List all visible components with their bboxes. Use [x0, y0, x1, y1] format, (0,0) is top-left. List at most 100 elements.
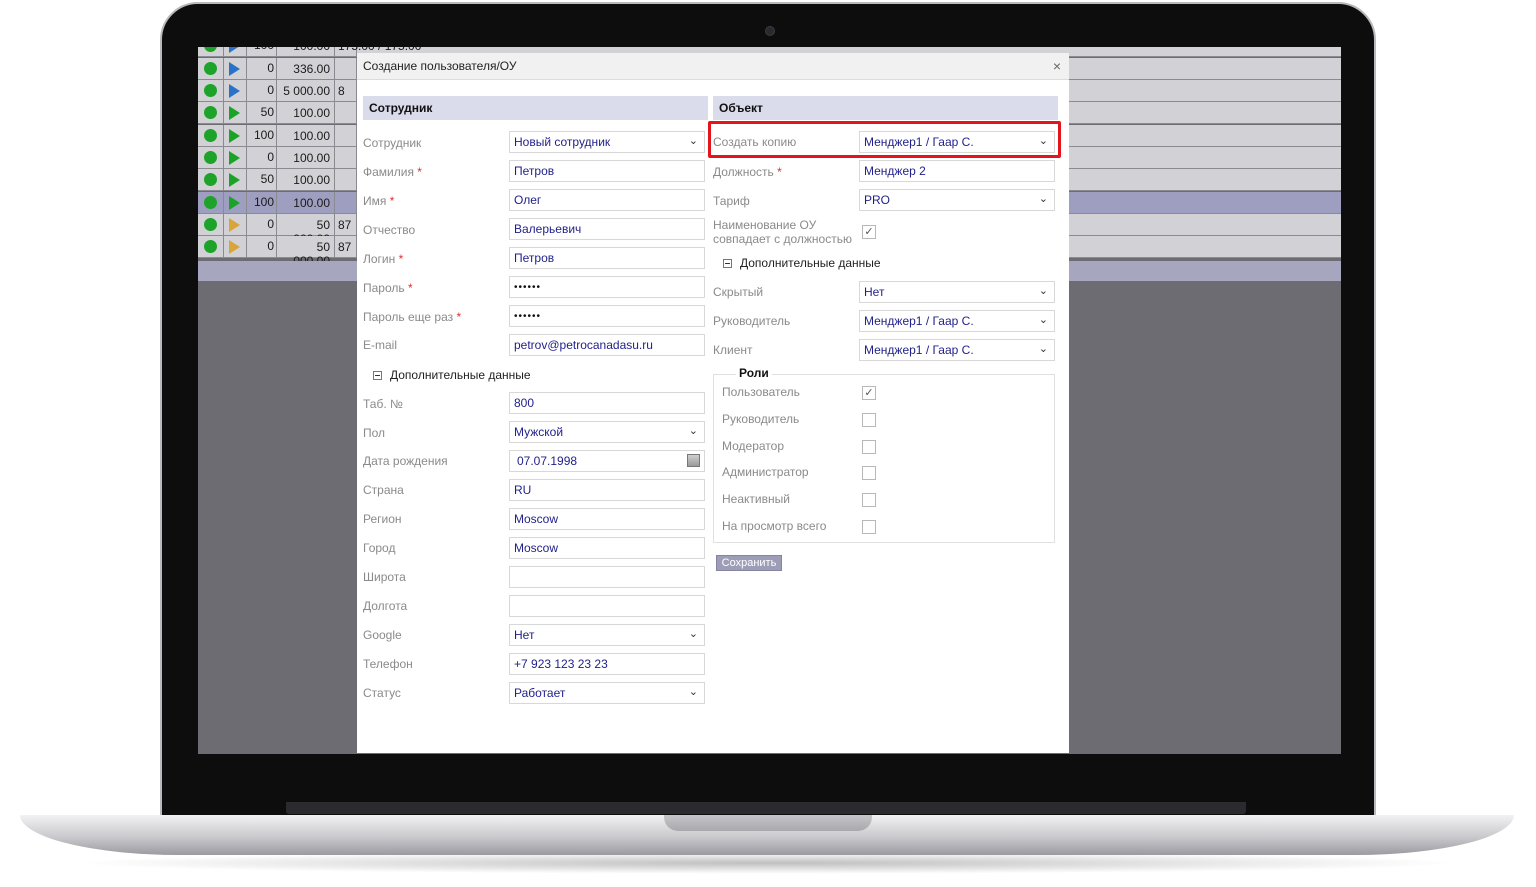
password-input[interactable]: •••••• — [509, 276, 705, 298]
role-checkbox-inactive[interactable] — [862, 493, 876, 507]
country-input[interactable]: RU — [509, 479, 705, 501]
play-icon[interactable] — [229, 218, 240, 232]
email-input[interactable]: petrov@petrocanadasu.ru — [509, 334, 705, 356]
cell-divider — [276, 47, 277, 57]
role-checkbox-user[interactable]: ✓ — [862, 386, 876, 400]
play-icon[interactable] — [229, 196, 240, 210]
cell-divider — [223, 236, 224, 258]
cell-divider — [223, 214, 224, 236]
cell-divider — [276, 80, 277, 102]
laptop-notch — [664, 815, 872, 831]
cell-qty: 0 — [267, 150, 274, 164]
role-label-manager: Руководитель — [722, 412, 800, 426]
status-dot-icon — [204, 240, 217, 253]
hidden-value: Нет — [864, 285, 885, 299]
client-label: Клиент — [713, 343, 753, 357]
laptop-shadow — [70, 852, 1466, 874]
cell-amount: 100.00 — [293, 106, 330, 120]
birthdate-input[interactable]: 07.07.1998 — [509, 450, 705, 472]
dialog-title: Создание пользователя/ОУ — [363, 59, 517, 73]
status-dot-icon — [204, 151, 217, 164]
play-icon[interactable] — [229, 240, 240, 254]
gender-value: Мужской — [514, 425, 564, 439]
cell-divider — [223, 47, 224, 57]
gender-label: Пол — [363, 426, 386, 440]
role-checkbox-view-all[interactable] — [862, 520, 876, 534]
play-icon[interactable] — [229, 84, 240, 98]
close-icon[interactable]: × — [1053, 59, 1061, 73]
cell-qty: 0 — [267, 217, 274, 231]
cell-divider — [223, 102, 224, 124]
cell-divider — [334, 102, 335, 124]
play-icon[interactable] — [229, 47, 240, 53]
manager-select[interactable]: Менджер1 / Гаар С. ⌄ — [859, 310, 1055, 332]
middlename-input[interactable]: Валерьевич — [509, 218, 705, 240]
hidden-label: Скрытый — [713, 285, 764, 299]
gender-select[interactable]: Мужской ⌄ — [509, 421, 705, 443]
cell-qty: 100 — [253, 195, 274, 209]
login-input[interactable]: Петров — [509, 247, 705, 269]
cell-divider — [334, 80, 335, 102]
laptop-hinge — [286, 802, 1246, 814]
client-select[interactable]: Менджер1 / Гаар С. ⌄ — [859, 339, 1055, 361]
birthdate-label: Дата рождения — [363, 454, 448, 468]
role-label-admin: Администратор — [722, 465, 809, 479]
firstname-input[interactable]: Олег — [509, 189, 705, 211]
play-icon[interactable] — [229, 129, 240, 143]
role-checkbox-admin[interactable] — [862, 466, 876, 480]
play-icon[interactable] — [229, 151, 240, 165]
ou-name-checkbox[interactable]: ✓ — [862, 225, 876, 239]
latitude-label: Широта — [363, 570, 406, 584]
extra-data-toggle-left[interactable]: Дополнительные данные — [373, 368, 531, 382]
dialog-header: Создание пользователя/ОУ × — [357, 53, 1069, 80]
email-label: E-mail — [363, 338, 398, 352]
status-dot-icon — [204, 62, 217, 75]
status-label: Статус — [363, 686, 401, 700]
longitude-input[interactable] — [509, 595, 705, 617]
cell-amount: 100.00 — [293, 196, 330, 210]
region-label: Регион — [363, 512, 402, 526]
tabno-input[interactable]: 800 — [509, 392, 705, 414]
cell-extra: 87 — [338, 218, 352, 232]
role-checkbox-moderator[interactable] — [862, 440, 876, 454]
manager-label: Руководитель — [713, 314, 791, 328]
play-icon[interactable] — [229, 173, 240, 187]
extra-data-toggle-right[interactable]: Дополнительные данные — [723, 256, 881, 270]
cell-qty: 0 — [267, 239, 274, 253]
lastname-label: Фамилия * — [363, 165, 422, 179]
highlight-frame — [708, 121, 1061, 158]
role-checkbox-manager[interactable] — [862, 413, 876, 427]
cell-divider — [334, 147, 335, 169]
employee-select[interactable]: Новый сотрудник ⌄ — [509, 131, 705, 153]
status-select[interactable]: Работает ⌄ — [509, 682, 705, 704]
play-icon[interactable] — [229, 62, 240, 76]
lastname-input[interactable]: Петров — [509, 160, 705, 182]
cell-qty: 100 — [246, 47, 274, 52]
section-employee: Сотрудник — [363, 96, 708, 120]
calendar-icon[interactable] — [687, 454, 700, 467]
client-value: Менджер1 / Гаар С. — [864, 343, 974, 357]
region-input[interactable]: Moscow — [509, 508, 705, 530]
hidden-select[interactable]: Нет ⌄ — [859, 281, 1055, 303]
tariff-select[interactable]: PRO ⌄ — [859, 189, 1055, 211]
password-label: Пароль * — [363, 281, 413, 295]
cell-divider — [334, 47, 335, 57]
google-select[interactable]: Нет ⌄ — [509, 624, 705, 646]
play-icon[interactable] — [229, 106, 240, 120]
cell-qty: 100 — [253, 128, 274, 142]
cell-divider — [223, 80, 224, 102]
password-repeat-input[interactable]: •••••• — [509, 305, 705, 327]
latitude-input[interactable] — [509, 566, 705, 588]
phone-input[interactable]: +7 923 123 23 23 — [509, 653, 705, 675]
cell-divider — [276, 192, 277, 214]
city-input[interactable]: Moscow — [509, 537, 705, 559]
password-repeat-label: Пароль еще раз * — [363, 310, 462, 324]
chevron-down-icon: ⌄ — [1038, 314, 1048, 326]
middlename-label: Отчество — [363, 223, 416, 237]
position-input[interactable]: Менджер 2 — [859, 160, 1055, 182]
status-value: Работает — [514, 686, 566, 700]
phone-label: Телефон — [363, 657, 413, 671]
cell-divider — [334, 58, 335, 80]
save-button[interactable]: Сохранить — [716, 555, 782, 571]
cell-divider — [223, 147, 224, 169]
